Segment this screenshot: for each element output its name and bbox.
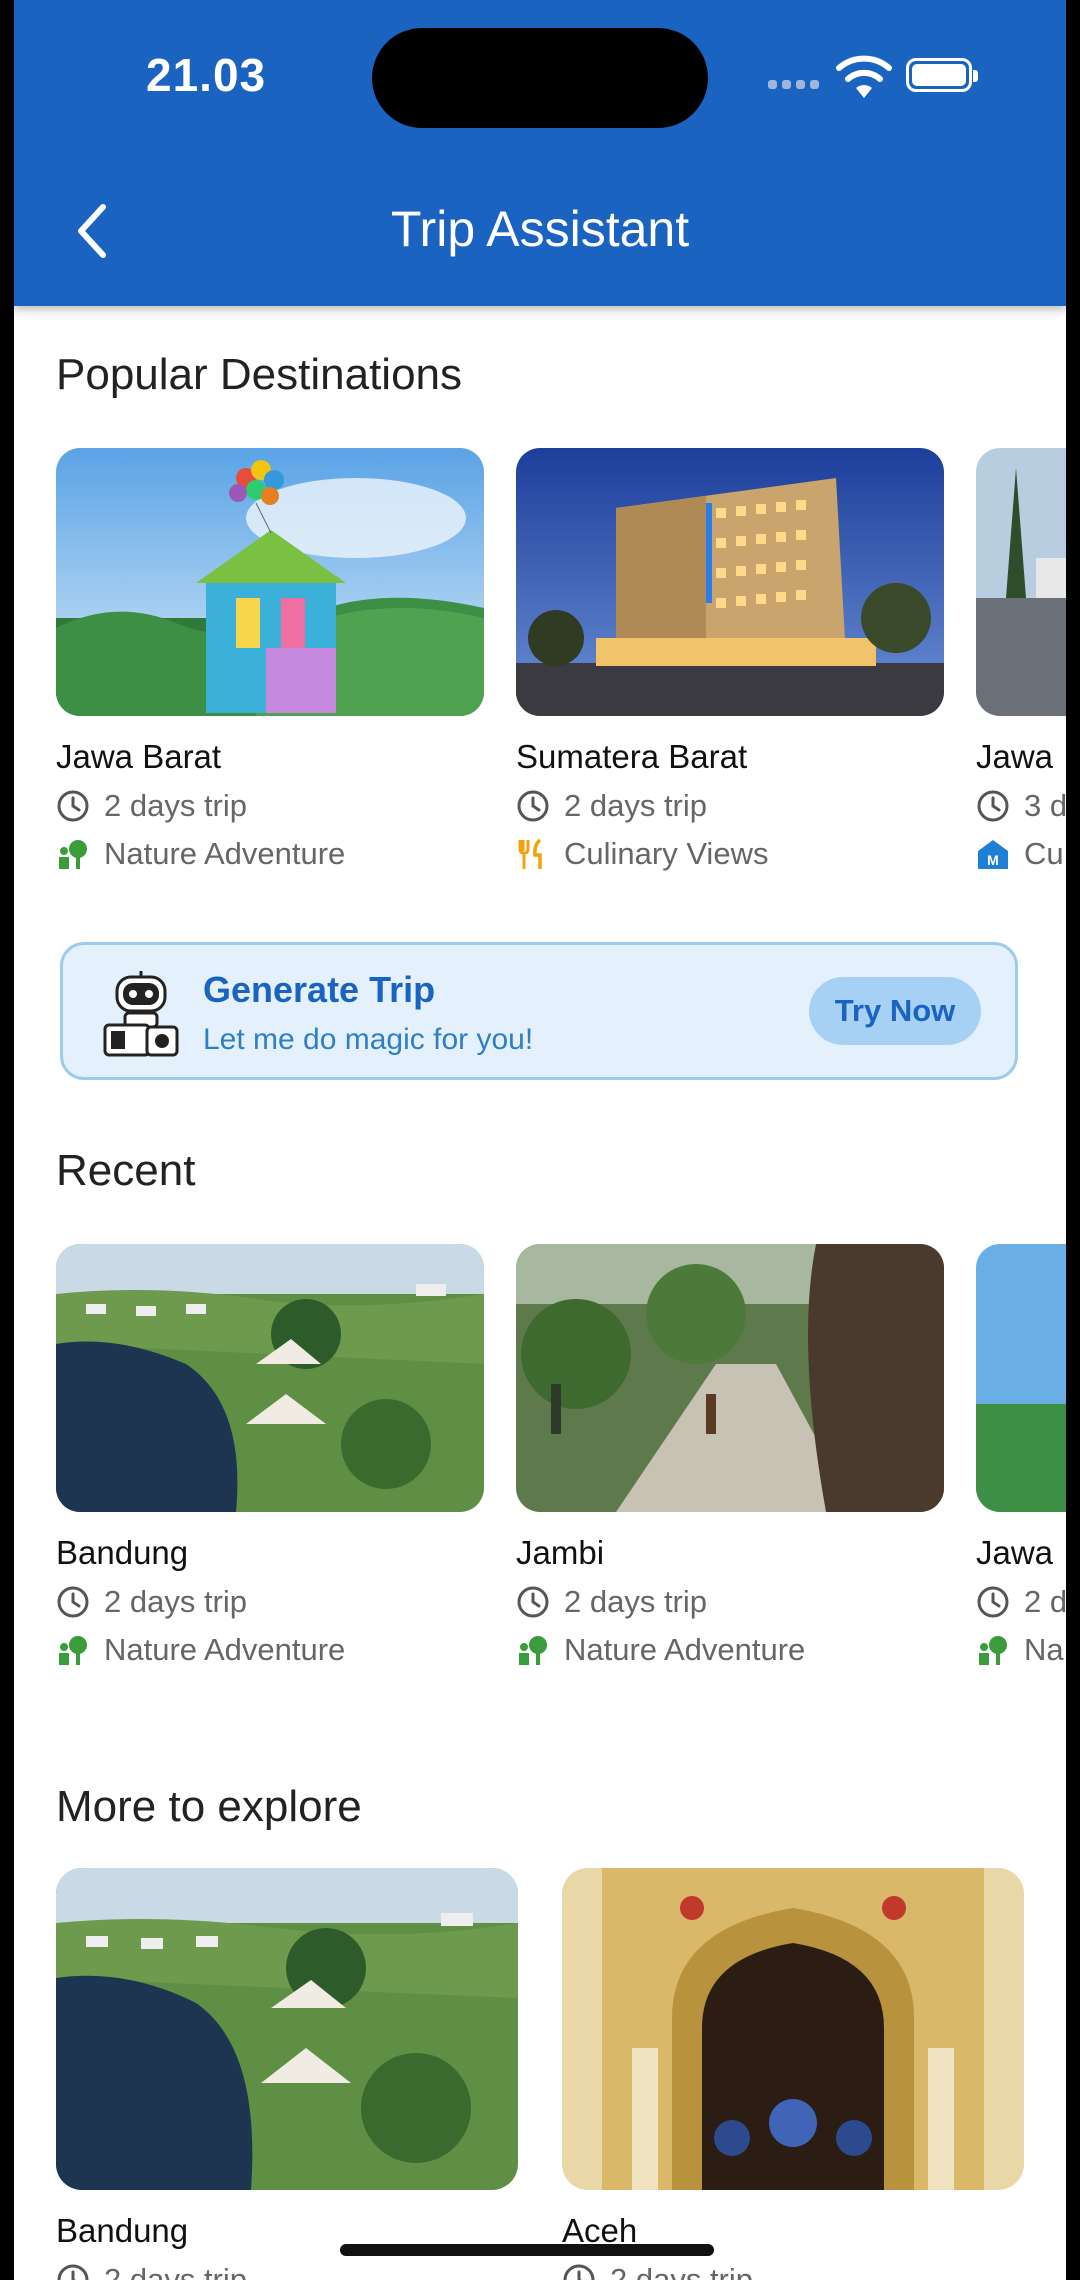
nature-icon [979,1636,1007,1665]
popular-card-jawa[interactable]: Jawa 3 d M Cu [976,448,1066,872]
clock-icon [57,1586,89,1618]
destination-image [516,448,944,716]
battery-icon [906,58,978,92]
utensils-icon [518,838,542,869]
category-row: Na [976,1632,1066,1668]
status-time: 21.03 [146,49,267,101]
try-now-button[interactable]: Try Now [809,977,981,1045]
destination-image [976,448,1066,716]
destination-image [516,1244,944,1512]
clock-icon [563,2264,595,2280]
signal-icon [768,80,819,89]
duration-text: 3 d [1024,788,1066,823]
duration-text: 2 d [1024,1584,1066,1619]
nature-icon [59,840,87,869]
banner-subtitle: Let me do magic for you! [203,1023,534,1056]
duration-row: 2 days trip [56,788,484,824]
screen-edge [1066,0,1080,2280]
destination-name: Jawa [976,738,1054,775]
wifi-icon [836,55,892,98]
category-text: Culinary Views [564,836,769,871]
duration-text: 2 days trip [564,1584,708,1619]
destination-image [976,1244,1066,1512]
app-header: 21.03 Trip Assistant [14,0,1066,306]
destination-image [56,1868,518,2190]
page-title: Trip Assistant [390,201,690,257]
category-text: Cu [1024,836,1064,871]
category-text: Nature Adventure [104,1632,346,1667]
category-text: Na [1024,1632,1064,1667]
destination-name: Jambi [516,1534,605,1571]
category-row: Nature Adventure [516,1632,944,1668]
popular-card-sumatera-barat[interactable]: Sumatera Barat 2 days trip Culinary View… [516,448,944,872]
building-icon: M [978,840,1008,869]
clock-icon [517,1586,549,1618]
destination-image [56,448,484,716]
recent-card-bandung[interactable]: Bandung 2 days trip Nature Adventure [56,1244,484,1668]
category-text: Nature Adventure [564,1632,806,1667]
dynamic-island [372,28,708,128]
home-indicator[interactable] [340,2244,714,2256]
destination-image [562,1868,1024,2190]
recent-card-jawa[interactable]: Jawa 2 d Na [976,1244,1066,1668]
popular-card-jawa-barat[interactable]: Jawa Barat 2 days trip Nature Adventure [56,448,484,872]
category-row: Culinary Views [516,836,944,872]
explore-card-aceh[interactable]: Aceh 2 days trip [562,1868,1024,2280]
nature-icon [59,1636,87,1665]
duration-row: 2 days trip [56,2262,518,2280]
category-text: Nature Adventure [104,836,346,871]
generate-trip-banner[interactable]: Generate Trip Let me do magic for you! T… [60,942,1018,1080]
explore-section-title: More to explore [56,1782,362,1831]
screen: 21.03 Trip Assistant Popular Destination… [14,0,1066,2280]
destination-name: Jawa Barat [56,738,222,775]
duration-text: 2 days trip [104,2262,248,2280]
robot-icon [103,971,179,1057]
popular-section-title: Popular Destinations [56,350,463,399]
clock-icon [977,790,1009,822]
clock-icon [517,790,549,822]
duration-text: 2 days trip [104,788,248,823]
svg-text:M: M [987,852,999,868]
category-row: Nature Adventure [56,836,484,872]
category-row: Nature Adventure [56,1632,484,1668]
destination-image [56,1244,484,1512]
duration-row: 2 days trip [562,2262,1024,2280]
clock-icon [57,790,89,822]
destination-name: Bandung [56,1534,189,1571]
duration-row: 2 days trip [516,788,944,824]
category-row: M Cu [976,836,1066,872]
duration-text: 2 days trip [610,2262,754,2280]
duration-text: 2 days trip [564,788,708,823]
nature-icon [519,1636,547,1665]
duration-row: 3 d [976,788,1066,824]
duration-row: 2 d [976,1584,1066,1620]
duration-row: 2 days trip [56,1584,484,1620]
explore-card-bandung[interactable]: Bandung 2 days trip [56,1868,518,2280]
destination-name: Jawa [976,1534,1054,1571]
recent-section-title: Recent [56,1146,196,1195]
duration-text: 2 days trip [104,1584,248,1619]
banner-title: Generate Trip [203,969,436,1010]
clock-icon [57,2264,89,2280]
destination-name: Sumatera Barat [516,738,748,775]
recent-card-jambi[interactable]: Jambi 2 days trip Nature Adventure [516,1244,944,1668]
duration-row: 2 days trip [516,1584,944,1620]
clock-icon [977,1586,1009,1618]
